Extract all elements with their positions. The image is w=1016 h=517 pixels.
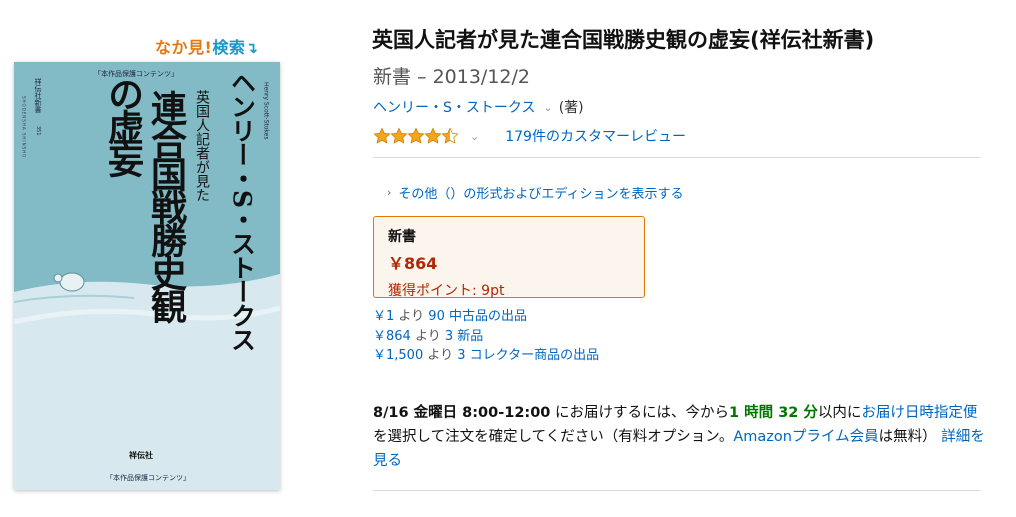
- arrow-down-icon: ↴: [245, 39, 259, 57]
- offer-link[interactable]: 3 新品: [445, 329, 483, 344]
- cover-series-en-1: SHODENSHA SHINSHO: [22, 96, 27, 158]
- chevron-down-icon[interactable]: ⌄: [470, 130, 479, 143]
- star-full-icon: [407, 127, 425, 144]
- delivery-date: 8/16 金曜日 8:00-12:00: [373, 405, 551, 421]
- offer-price[interactable]: ￥864: [373, 329, 411, 344]
- star-full-icon: [390, 127, 408, 144]
- author-role: (著): [558, 100, 584, 116]
- book-cover-image[interactable]: 「本作品保護コンテンツ」 祥伝社新書 351 SHODENSHA SHINSHO…: [14, 62, 280, 490]
- search-label: 検索: [212, 38, 246, 57]
- delivery-message: 8/16 金曜日 8:00-12:00 にお届けするには、今から1 時間 32 …: [373, 401, 985, 473]
- offer-new: ￥864 より 3 新品: [373, 327, 599, 347]
- offer-link[interactable]: 90 中古品の出品: [428, 309, 527, 324]
- cover-author-en: Henry Scott-Stokes: [263, 82, 270, 140]
- offer-link[interactable]: 3 コレクター商品の出品: [457, 348, 599, 363]
- delivery-text: を選択して注文を確定してください（有料オプション。: [373, 429, 734, 445]
- offer-used: ￥1 より 90 中古品の出品: [373, 307, 599, 327]
- author-row: ヘンリー・S・ストークス ⌄ (著): [373, 97, 584, 117]
- offer-from: より: [423, 348, 458, 363]
- product-edition: 新書 – 2013/12/2: [373, 66, 531, 88]
- format-price-box[interactable]: 新書 ￥864 獲得ポイント: 9pt: [373, 216, 645, 299]
- chevron-right-icon: ›: [387, 186, 392, 199]
- scheduled-delivery-link[interactable]: お届け日時指定便: [861, 405, 977, 421]
- points-value: 獲得ポイント: 9pt: [388, 283, 505, 299]
- divider: [373, 490, 981, 491]
- offer-price[interactable]: ￥1: [373, 309, 394, 324]
- amazon-prime-link[interactable]: Amazonプライム会員: [733, 429, 878, 445]
- price-value: ￥864: [388, 254, 438, 273]
- offer-from: より: [394, 309, 429, 324]
- cover-series-num: 351: [35, 126, 41, 136]
- cover-publisher: 祥伝社: [129, 450, 153, 460]
- rating-row: ⌄ 179件のカスタマーレビュー: [373, 126, 686, 146]
- format-label: 新書: [388, 229, 416, 245]
- star-full-icon: [424, 127, 442, 144]
- cover-title-line3: の虚妄: [102, 76, 144, 178]
- delivery-text: 以内に: [817, 405, 862, 421]
- star-full-icon: [373, 127, 391, 144]
- offer-price[interactable]: ￥1,500: [373, 348, 423, 363]
- offers-list: ￥1 より 90 中古品の出品 ￥864 より 3 新品 ￥1,500 より 3…: [373, 307, 599, 366]
- divider: [373, 157, 981, 158]
- look-inside-badge[interactable]: なか見!検索↴: [155, 34, 258, 58]
- delivery-countdown: 1 時間 32 分: [729, 405, 818, 421]
- offer-from: より: [410, 328, 445, 344]
- star-rating[interactable]: [373, 127, 459, 145]
- star-half-icon: [441, 127, 459, 144]
- cover-title-line1: 英国人記者が見た: [194, 89, 210, 202]
- product-title: 英国人記者が見た連合国戦勝史観の虚妄(祥伝社新書): [372, 28, 875, 52]
- delivery-text: にお届けするには、今から: [550, 405, 730, 421]
- delivery-text: は無料）: [878, 429, 937, 445]
- chevron-down-icon[interactable]: ⌄: [543, 101, 552, 114]
- cover-title-line2: 連合国戦勝史観: [145, 90, 187, 325]
- other-formats-link[interactable]: その他（）の形式およびエディションを表示する: [398, 183, 683, 202]
- look-inside-label: なか見!: [155, 38, 213, 57]
- cover-bottom-label: 「本作品保護コンテンツ」: [106, 473, 190, 482]
- formats-toggle[interactable]: › その他（）の形式およびエディションを表示する: [387, 183, 684, 202]
- author-link[interactable]: ヘンリー・S・ストークス: [373, 97, 535, 117]
- cover-series: 祥伝社新書: [34, 77, 42, 114]
- customer-reviews-link[interactable]: 179件のカスタマーレビュー: [505, 126, 686, 146]
- offer-collectible: ￥1,500 より 3 コレクター商品の出品: [373, 346, 599, 366]
- cover-author: ヘンリー・S・ストークス: [228, 70, 257, 351]
